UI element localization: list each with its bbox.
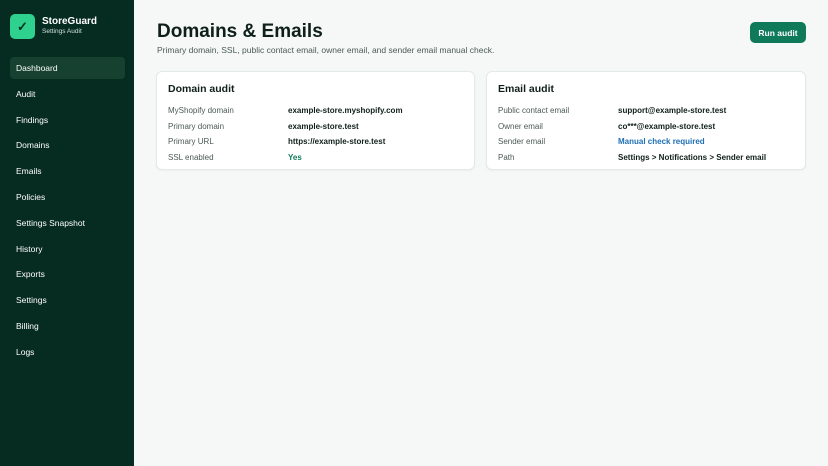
brand-name: StoreGuard [42,16,98,28]
sidebar-item-settings-snapshot[interactable]: Settings Snapshot [10,212,125,234]
sidebar: ✓ StoreGuard Settings Audit Dashboard Au… [0,0,134,466]
list-item: Sender email Manual check required [498,134,797,150]
list-item: MyShopify domain example-store.myshopify… [168,103,466,119]
list-item: Public contact email support@example-sto… [498,103,797,119]
sidebar-item-history[interactable]: History [10,238,125,260]
row-label: MyShopify domain [168,106,234,116]
list-item: Owner email co***@example-store.test [498,119,797,135]
status-badge: Yes [288,153,302,163]
brand-text: StoreGuard Settings Audit [42,17,97,36]
sidebar-item-policies[interactable]: Policies [10,186,125,208]
card-title: Email audit [498,83,555,95]
list-item: Primary domain example-store.test [168,119,466,135]
row-label: Primary URL [168,137,214,147]
card-title: Domain audit [168,83,235,95]
check-icon: ✓ [10,14,35,39]
main-content: Domains & Emails Primary domain, SSL, pu… [134,0,828,466]
domain-audit-rows: MyShopify domain example-store.myshopify… [168,103,466,165]
sidebar-item-billing[interactable]: Billing [10,315,125,337]
row-value: Settings > Notifications > Sender email [618,153,767,163]
list-item: Path Settings > Notifications > Sender e… [498,150,797,166]
list-item: Primary URL https://example-store.test [168,134,466,150]
row-label: SSL enabled [168,153,214,163]
sidebar-item-findings[interactable]: Findings [10,109,125,131]
email-audit-rows: Public contact email support@example-sto… [498,103,797,165]
row-value: example-store.myshopify.com [288,106,403,116]
sidebar-item-settings[interactable]: Settings [10,289,125,311]
sidebar-item-dashboard[interactable]: Dashboard [10,57,125,79]
sidebar-item-audit[interactable]: Audit [10,83,125,105]
row-label: Primary domain [168,121,225,131]
row-value: support@example-store.test [618,106,727,116]
run-audit-button[interactable]: Run audit [750,22,806,43]
brand[interactable]: ✓ StoreGuard Settings Audit [10,14,97,39]
brand-subtitle: Settings Audit [42,28,82,36]
sidebar-item-logs[interactable]: Logs [10,341,125,363]
sidebar-item-exports[interactable]: Exports [10,263,125,285]
row-label: Owner email [498,121,543,131]
manual-check-link[interactable]: Manual check required [618,137,705,146]
row-value: https://example-store.test [288,137,386,147]
row-label: Sender email [498,137,546,147]
row-label: Path [498,153,515,163]
row-value: example-store.test [288,121,359,131]
sidebar-item-domains[interactable]: Domains [10,134,125,156]
domain-audit-card: Domain audit MyShopify domain example-st… [156,71,475,170]
sidebar-nav: Dashboard Audit Findings Domains Emails … [10,57,125,367]
page-title: Domains & Emails [157,21,323,42]
email-audit-card: Email audit Public contact email support… [486,71,806,170]
row-label: Public contact email [498,106,570,116]
list-item: SSL enabled Yes [168,150,466,166]
row-value: co***@example-store.test [618,121,716,131]
sidebar-item-emails[interactable]: Emails [10,160,125,182]
page-subtitle: Primary domain, SSL, public contact emai… [157,45,495,55]
